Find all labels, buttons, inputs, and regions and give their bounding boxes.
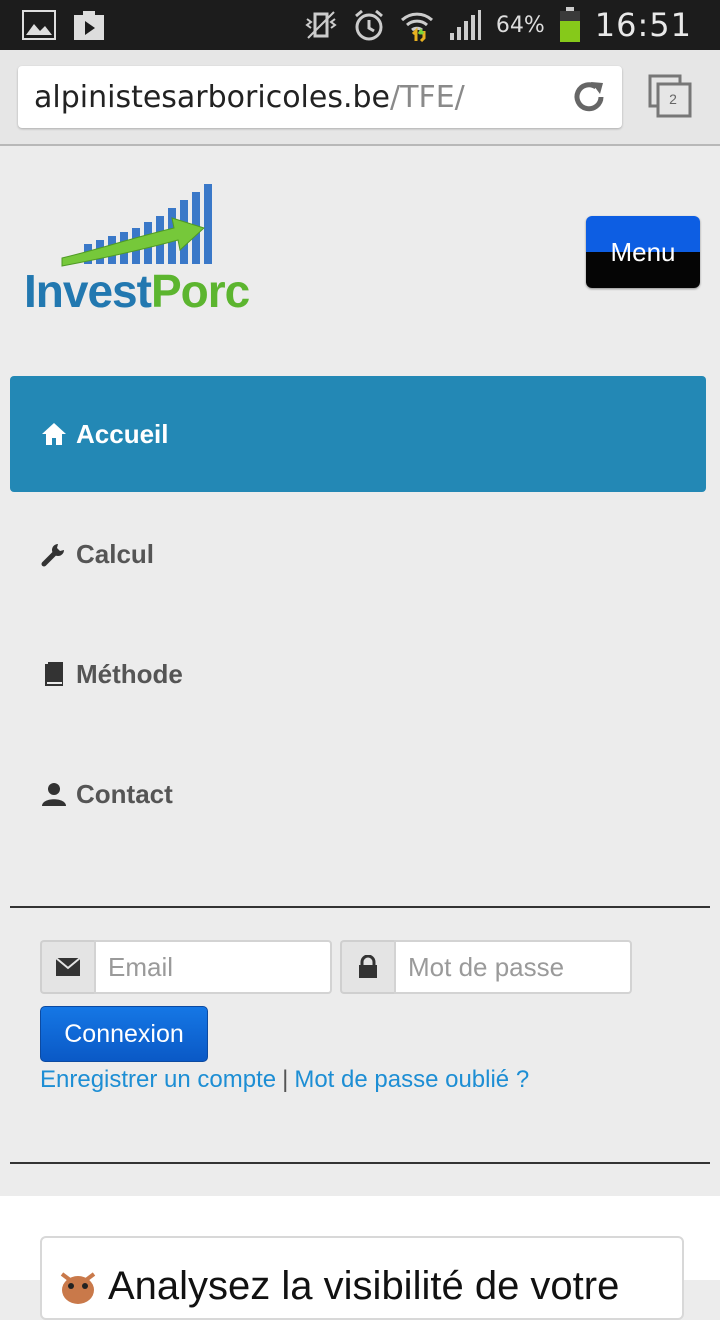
nav-label: Contact	[76, 778, 173, 809]
chart-logo-icon	[61, 184, 212, 267]
gallery-icon	[22, 8, 56, 42]
ad-text: Analysez la visibilité de votre	[108, 1264, 620, 1308]
email-group	[40, 940, 332, 994]
divider-bottom	[10, 1162, 710, 1164]
nav-item-methode[interactable]: Méthode	[10, 616, 706, 732]
url-text[interactable]: alpinistesarboricoles.be/TFE/	[34, 80, 465, 115]
register-link[interactable]: Enregistrer un compte	[40, 1066, 276, 1093]
lock-icon	[340, 940, 394, 994]
wifi-icon	[400, 8, 434, 42]
address-bar[interactable]: alpinistesarboricoles.be/TFE/	[18, 66, 622, 128]
vibrate-icon	[304, 8, 338, 42]
status-bar: 64% 16:51	[0, 0, 720, 50]
logo-wordmark: InvestPorc	[24, 264, 250, 318]
ad-cow-icon	[56, 1264, 100, 1308]
nav-item-contact[interactable]: Contact	[10, 736, 706, 852]
tabs-button[interactable]: 2	[648, 74, 694, 120]
main-nav: Accueil Calcul Méthode Contact	[10, 376, 706, 856]
url-domain: alpinistesarboricoles.be	[34, 80, 391, 115]
menu-button[interactable]: Menu	[586, 216, 700, 288]
signal-icon	[448, 8, 482, 42]
browser-toolbar: alpinistesarboricoles.be/TFE/ 2	[0, 50, 720, 146]
wrench-icon	[40, 540, 68, 568]
nav-label: Méthode	[76, 658, 183, 689]
play-store-icon	[72, 8, 106, 42]
nav-label: Calcul	[76, 538, 155, 569]
logo-invest: Invest	[24, 265, 152, 317]
account-links: Enregistrer un compte | Mot de passe oubli…	[40, 1066, 529, 1094]
investporc-logo[interactable]: InvestPorc	[24, 178, 256, 317]
tab-count: 2	[669, 91, 677, 107]
ad-banner[interactable]: Analysez la visibilité de votre	[40, 1236, 684, 1320]
url-path: /TFE/	[390, 80, 465, 115]
nav-label: Accueil	[76, 418, 169, 449]
bottom-section: Analysez la visibilité de votre	[0, 1196, 720, 1320]
nav-item-calcul[interactable]: Calcul	[10, 496, 706, 612]
user-icon	[40, 780, 68, 808]
connexion-button[interactable]: Connexion	[40, 1006, 208, 1062]
page-content: InvestPorc Menu Accueil Calcul Méthode C…	[0, 146, 720, 1192]
forgot-password-link[interactable]: Mot de passe oublié ?	[294, 1066, 529, 1093]
divider-top	[10, 906, 710, 908]
password-group	[340, 940, 632, 994]
book-icon	[40, 660, 68, 688]
battery-icon	[559, 7, 581, 43]
envelope-icon	[40, 940, 94, 994]
clock: 16:51	[594, 6, 692, 44]
password-field[interactable]	[394, 940, 632, 994]
link-separator: |	[282, 1066, 289, 1093]
reload-icon[interactable]	[570, 78, 608, 116]
battery-percent: 64%	[495, 12, 545, 38]
alarm-icon	[352, 8, 386, 42]
login-form	[40, 940, 632, 994]
home-icon	[40, 420, 68, 448]
logo-porc: Porc	[150, 265, 250, 317]
email-field[interactable]	[94, 940, 332, 994]
nav-item-accueil[interactable]: Accueil	[10, 376, 706, 492]
